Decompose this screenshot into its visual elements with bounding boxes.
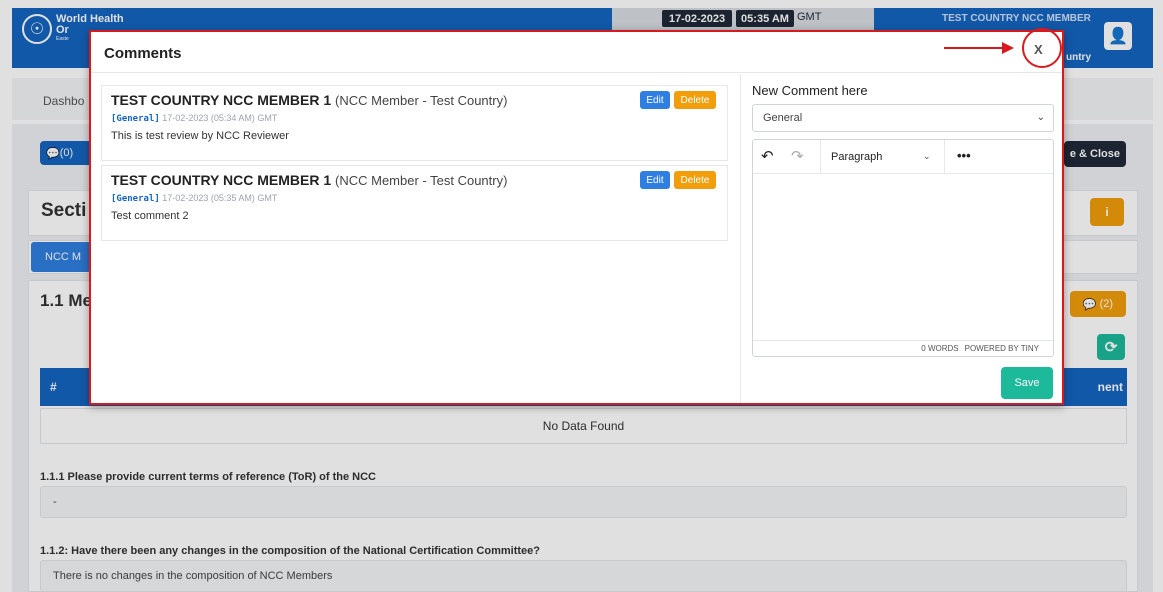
comment-author-name: TEST COUNTRY NCC MEMBER 1 (111, 172, 332, 188)
comment-timestamp: 17-02-2023 (05:34 AM) GMT (162, 113, 278, 123)
comment-category-tag: [General] (111, 114, 160, 124)
edit-comment-button[interactable]: Edit (640, 171, 670, 189)
comment-category-select[interactable]: General ⌄ (752, 104, 1054, 132)
comment-meta: [General] 17-02-2023 (05:34 AM) GMT (111, 113, 277, 124)
comment-timestamp: 17-02-2023 (05:35 AM) GMT (162, 193, 278, 203)
comments-modal: Comments X TEST COUNTRY NCC MEMBER 1 (NC… (89, 30, 1064, 405)
comment-item: TEST COUNTRY NCC MEMBER 1 (NCC Member - … (101, 85, 728, 161)
delete-comment-button[interactable]: Delete (674, 91, 716, 109)
editor-status-bar: 0 WORDS POWERED BY TINY (753, 340, 1053, 356)
chevron-down-icon[interactable]: ⌄ (923, 151, 931, 162)
chevron-down-icon: ⌄ (1036, 112, 1045, 123)
redo-icon[interactable]: ↷ (791, 147, 804, 165)
block-format-dropdown[interactable]: Paragraph (831, 151, 882, 163)
comment-author-role: (NCC Member - Test Country) (335, 93, 508, 108)
editor-toolbar: ↶ ↷ Paragraph ⌄ ••• (753, 140, 1053, 174)
annotation-arrow (944, 47, 1004, 49)
annotation-circle (1022, 28, 1062, 68)
comment-author: TEST COUNTRY NCC MEMBER 1 (NCC Member - … (111, 172, 507, 188)
toolbar-separator (944, 140, 945, 173)
comment-meta: [General] 17-02-2023 (05:35 AM) GMT (111, 193, 277, 204)
comment-author-role: (NCC Member - Test Country) (335, 173, 508, 188)
category-selected-value: General (763, 112, 803, 124)
delete-comment-button[interactable]: Delete (674, 171, 716, 189)
comment-category-tag: [General] (111, 194, 160, 204)
annotation-arrow-head (1002, 42, 1014, 54)
modal-title: Comments (104, 45, 182, 62)
modal-header: Comments X (91, 32, 1062, 73)
comment-body: Test comment 2 (111, 210, 189, 222)
rich-text-editor: ↶ ↷ Paragraph ⌄ ••• 0 WORDS POWERED BY T… (752, 139, 1054, 357)
new-comment-label: New Comment here (752, 83, 868, 98)
edit-comment-button[interactable]: Edit (640, 91, 670, 109)
comment-body: This is test review by NCC Reviewer (111, 130, 289, 142)
word-count: 0 WORDS (921, 344, 959, 353)
powered-by-label[interactable]: POWERED BY TINY (965, 344, 1039, 353)
more-options-icon[interactable]: ••• (957, 148, 971, 163)
comment-author-name: TEST COUNTRY NCC MEMBER 1 (111, 92, 332, 108)
comment-item: TEST COUNTRY NCC MEMBER 1 (NCC Member - … (101, 165, 728, 241)
modal-divider (740, 74, 741, 403)
toolbar-separator (820, 140, 821, 173)
save-comment-button[interactable]: Save (1001, 367, 1053, 399)
undo-icon[interactable]: ↶ (761, 147, 774, 165)
comment-text-area[interactable] (753, 175, 1053, 341)
comment-author: TEST COUNTRY NCC MEMBER 1 (NCC Member - … (111, 92, 507, 108)
